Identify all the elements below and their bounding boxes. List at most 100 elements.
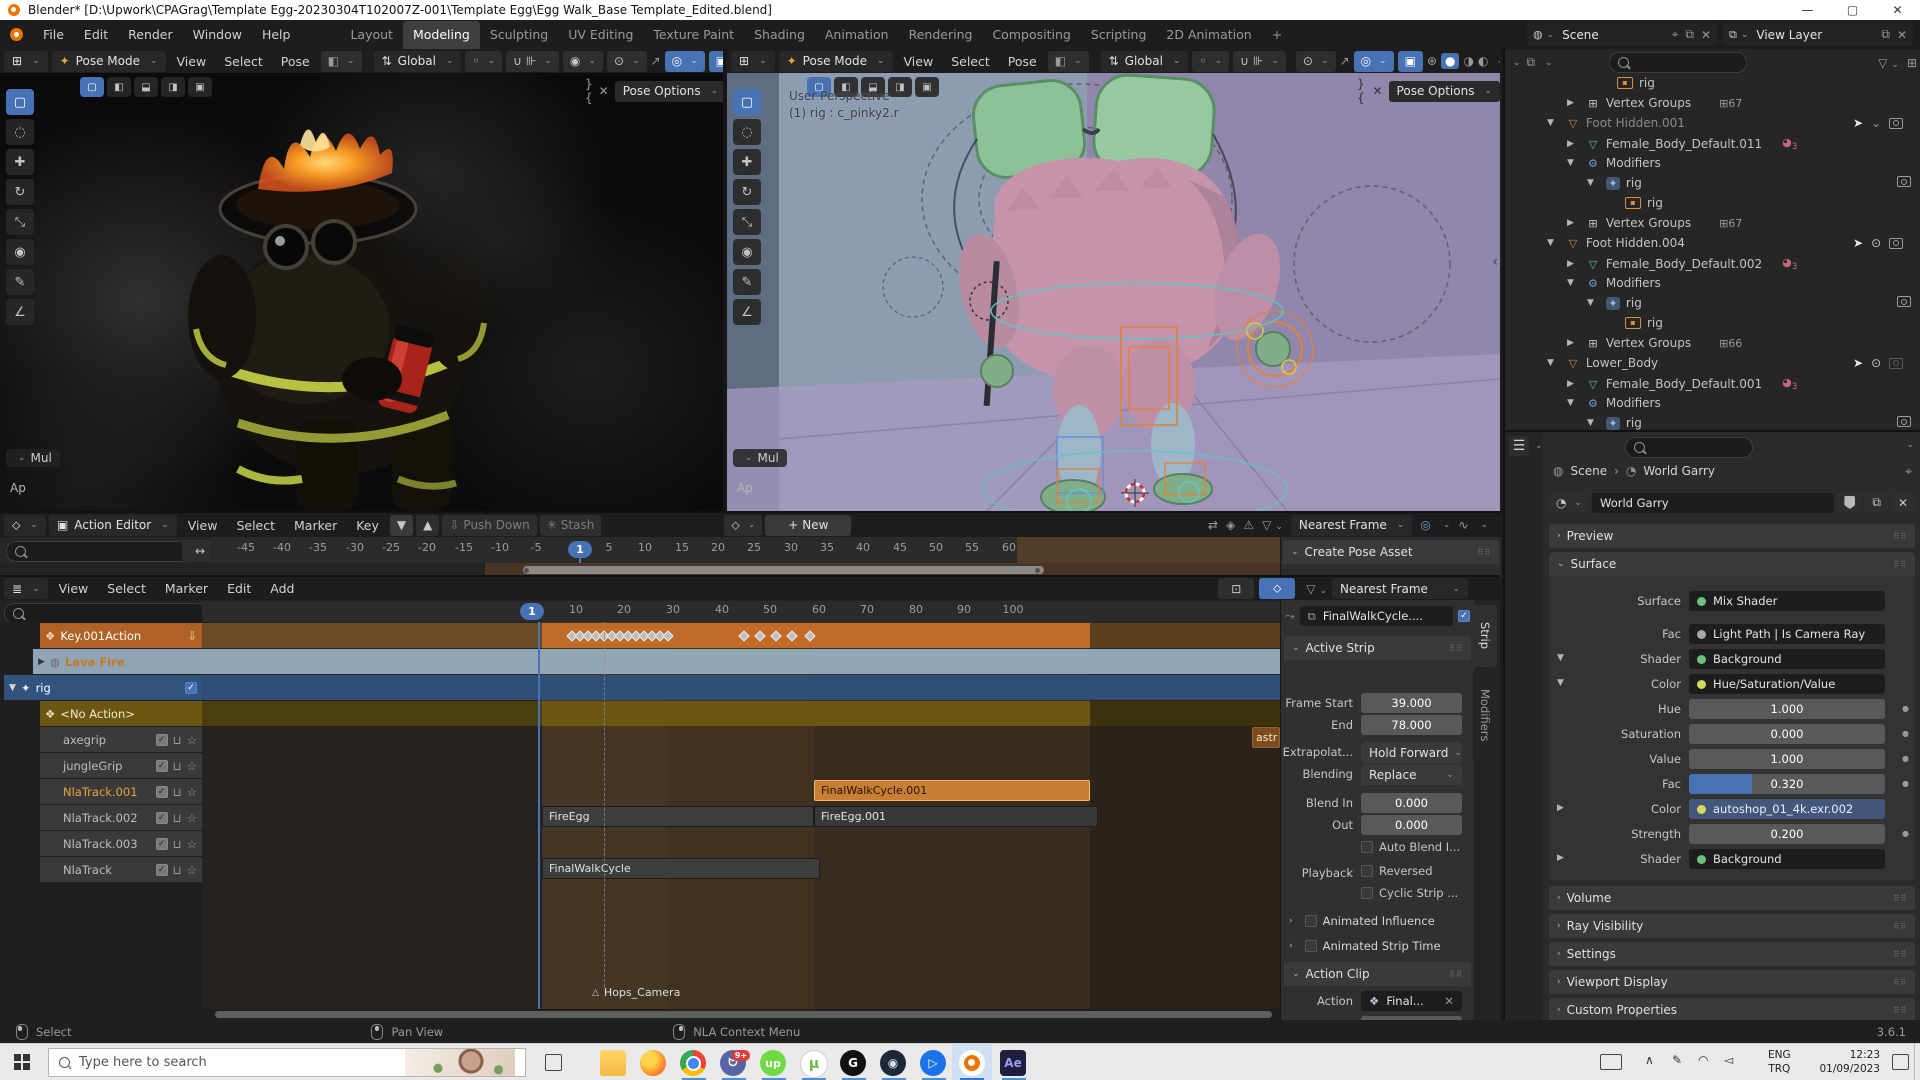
tab-scripting[interactable]: Scripting [1081, 27, 1157, 42]
pose-options-dropdown[interactable]: Pose Options⌄ [615, 81, 723, 102]
expand-icon[interactable]: ▶ [1567, 379, 1574, 389]
reversed-checkbox[interactable] [1361, 865, 1373, 877]
lock-icon[interactable]: ⊔ [173, 811, 182, 825]
pose-options-dropdown[interactable]: Pose Options⌄ [1389, 81, 1500, 102]
task-view-button[interactable] [545, 1054, 562, 1071]
dopesheet-search[interactable] [6, 541, 192, 562]
outliner-item[interactable]: Foot Hidden.004 [1586, 236, 1685, 250]
environment-image-field[interactable]: autoshop_01_4k.exr.002 [1689, 799, 1885, 819]
mute-checkbox[interactable]: ✓ [156, 864, 168, 876]
firefox-icon[interactable] [640, 1050, 666, 1076]
collapse-icon[interactable]: ▼ [1567, 278, 1574, 288]
hide-eye-closed-icon[interactable]: ⌄ [1871, 116, 1881, 130]
menu-window[interactable]: Window [183, 27, 252, 42]
strip-enabled-checkbox[interactable]: ✓ [1458, 610, 1470, 622]
mirror-button[interactable]: ◧⌄ [321, 51, 362, 72]
track-nlatrack[interactable]: NlaTrack ✓⊔☆ [40, 857, 202, 882]
track-axegrip[interactable]: axegrip ✓⊔☆ [40, 727, 202, 752]
blender-menu-icon[interactable] [10, 28, 23, 41]
cyclic-checkbox[interactable] [1361, 887, 1373, 899]
xray-toggle[interactable]: ◎⌄ [665, 51, 705, 72]
camera-visibility-icon[interactable] [1889, 238, 1903, 249]
copy-icon[interactable]: ⧉ [1685, 27, 1694, 42]
filter-icon[interactable]: ▽⌄ [1262, 518, 1283, 532]
camera-visibility-icon[interactable] [1897, 176, 1911, 187]
animated-influence-checkbox[interactable] [1305, 915, 1317, 927]
xray-toggle[interactable]: ◎⌄ [1354, 51, 1394, 72]
grid-toggle[interactable]: ▣ [709, 51, 723, 72]
shader2-field[interactable]: Background [1689, 849, 1885, 869]
track-rig[interactable]: ▼ ✦rig ✓ [4, 675, 202, 700]
push-down-icon[interactable]: ⇩ [187, 629, 197, 643]
menu-edit[interactable]: Edit [74, 27, 118, 42]
select-menu[interactable]: Select [217, 54, 270, 69]
tab-texture-paint[interactable]: Texture Paint [643, 27, 744, 42]
nla-timeline-body[interactable]: FinalWalkCycle.001 FireEgg FireEgg.001 F… [202, 622, 1280, 1009]
scale-tool[interactable]: ⤡ [733, 209, 761, 235]
editor-type-button[interactable]: ≣⌄ [4, 578, 48, 599]
shading-material-icon[interactable]: ◑ [1463, 54, 1473, 68]
nla-search[interactable] [4, 603, 208, 624]
outliner-item[interactable]: Lower_Body [1586, 356, 1658, 370]
track-nlatrack002[interactable]: NlaTrack.002 ✓⊔☆ [40, 805, 202, 830]
discord-icon[interactable]: ᗢ9+ [720, 1050, 746, 1076]
scene-selector[interactable]: ◍⌄ Scene ⌖ ⧉ ✕ [1527, 23, 1717, 46]
nla-playhead[interactable] [538, 622, 540, 1009]
panel-grip-icon[interactable]: ⠿⠿ [1893, 922, 1907, 931]
collapse-icon[interactable]: ▼ [1587, 418, 1594, 428]
select-circle-tool[interactable]: ◌ [6, 119, 34, 145]
fac-input-field[interactable]: Light Path | Is Camera Ray [1689, 624, 1885, 644]
current-frame-badge[interactable]: 1 [568, 541, 592, 558]
bluestacks-icon[interactable]: ▷ [920, 1050, 946, 1076]
select-intersect-tool[interactable]: ▣ [188, 77, 212, 97]
tweak-tool[interactable]: ▢ [6, 89, 34, 115]
xray-alt-icon[interactable]: }{ [1357, 77, 1366, 105]
select-intersect-tool[interactable]: ▣ [915, 77, 939, 97]
steam-icon[interactable]: ◉ [880, 1050, 906, 1076]
marker-menu[interactable]: Marker [286, 518, 345, 533]
nla-ruler[interactable]: 1020 3040 5060 7080 90100 1 [202, 601, 1280, 622]
strip-fireegg001[interactable]: FireEgg.001 [814, 806, 1098, 827]
xray-alt-icon[interactable]: }{ [585, 77, 593, 105]
track-lava-fire[interactable]: ▶ ◍Lava Fire [33, 649, 202, 674]
annotate-tool[interactable]: ✎ [733, 269, 761, 295]
snap-button[interactable]: ∪⊪⌄ [1233, 51, 1286, 72]
eye-open-icon[interactable]: ⊙ [1871, 356, 1881, 370]
editor-type-button[interactable]: ⬦⌄ [4, 515, 46, 536]
collapse-icon[interactable]: ▼ [1547, 118, 1554, 128]
blend-in-field[interactable]: 0.000 [1361, 793, 1462, 813]
outliner-item[interactable]: Modifiers [1606, 396, 1661, 410]
snap-mode-dropdown[interactable]: Nearest Frame⌄ [1291, 515, 1412, 536]
tab-2d-animation[interactable]: 2D Animation [1156, 27, 1261, 42]
strip-fireegg[interactable]: FireEgg [542, 806, 814, 827]
maximize-button[interactable]: ▢ [1830, 3, 1875, 17]
tweak-tool[interactable]: ▢ [733, 89, 761, 115]
tab-uv-editing[interactable]: UV Editing [558, 27, 643, 42]
solo-star-icon[interactable]: ☆ [187, 759, 197, 773]
outliner-item[interactable]: rig [1647, 196, 1663, 210]
lock-icon[interactable]: ⊔ [173, 733, 182, 747]
mute-checkbox[interactable]: ✓ [156, 734, 168, 746]
copy-datablock-button[interactable]: ⧉ [1865, 492, 1888, 513]
keyboard-tray-icon[interactable] [1600, 1054, 1622, 1070]
new-collection-icon[interactable]: ⊞ [1907, 56, 1917, 70]
unlink-action-icon[interactable]: ✕ [1444, 994, 1454, 1008]
track-nlatrack003[interactable]: NlaTrack.003 ✓⊔☆ [40, 831, 202, 856]
track-enabled-checkbox[interactable]: ✓ [185, 682, 197, 694]
surface-panel-header[interactable]: ⌄Surface⠿⠿ [1549, 552, 1915, 576]
grid-toggle[interactable]: ▣ [1398, 51, 1423, 72]
outliner-item[interactable]: rig [1626, 176, 1642, 190]
collapse-icon[interactable]: ▼ [1547, 358, 1554, 368]
pivot-point-button[interactable]: ◦⌄ [1192, 51, 1229, 72]
frame-end-field[interactable]: 78.000 [1361, 715, 1462, 735]
panel-grip-icon[interactable]: ⠿⠿ [1477, 548, 1491, 557]
move-tool[interactable]: ✚ [6, 149, 34, 175]
world-name-field[interactable]: World Garry [1592, 493, 1834, 513]
edit-menu[interactable]: Edit [219, 581, 259, 596]
blender-taskbar-icon[interactable] [959, 1050, 985, 1076]
marker-menu[interactable]: Marker [157, 581, 216, 596]
fac-slider[interactable]: 0.320 [1689, 774, 1885, 794]
camera-visibility-icon[interactable] [1897, 296, 1911, 307]
view-menu[interactable]: View [51, 581, 97, 596]
expand-icon[interactable]: ▶ [1567, 98, 1574, 108]
